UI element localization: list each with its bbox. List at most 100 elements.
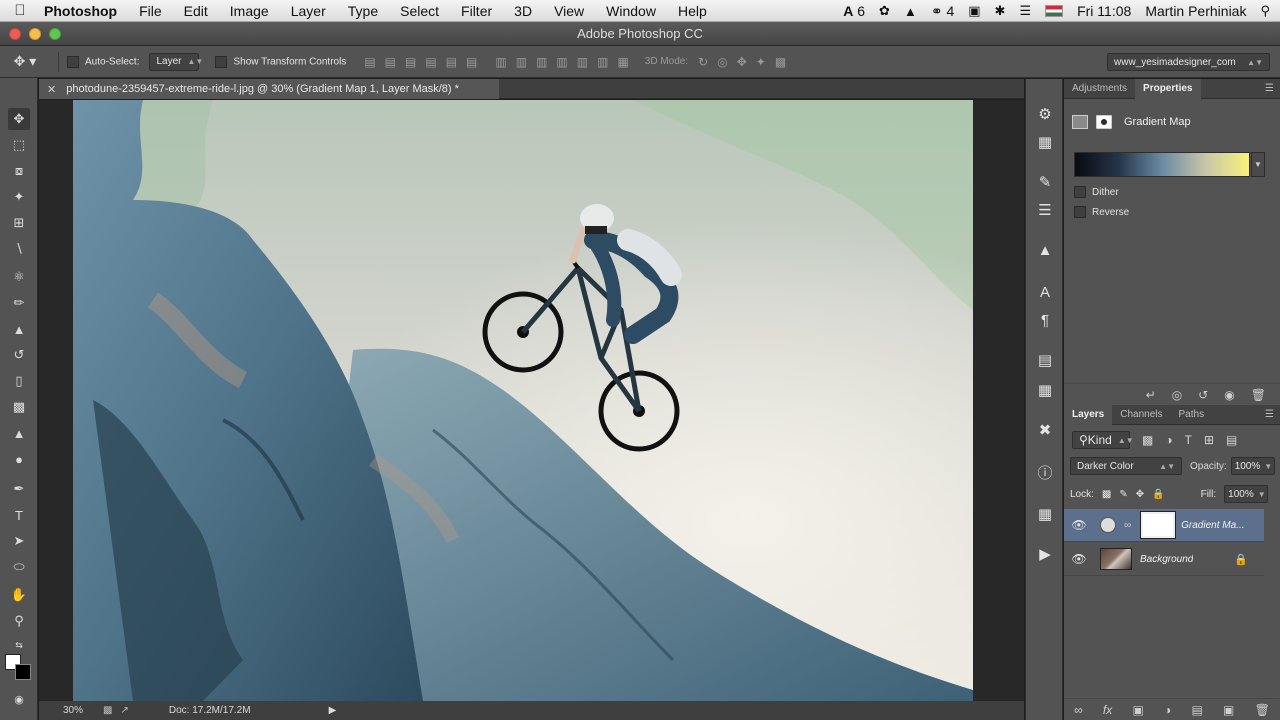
- minimize-window-button[interactable]: [29, 28, 41, 40]
- lasso-tool-icon[interactable]: ⧇: [8, 160, 30, 182]
- distribute-bottom-icon[interactable]: ▥: [536, 55, 547, 69]
- align-vcenter-icon[interactable]: ▤: [385, 55, 396, 69]
- brush-presets-icon[interactable]: ✎: [1034, 171, 1056, 193]
- distribute-left-icon[interactable]: ▥: [556, 55, 567, 69]
- background-color-swatch[interactable]: [15, 664, 31, 680]
- tab-layers[interactable]: Layers: [1064, 404, 1113, 425]
- status-share-icon[interactable]: ↗: [120, 705, 128, 716]
- close-document-icon[interactable]: ✕: [47, 83, 56, 96]
- close-window-button[interactable]: [9, 28, 21, 40]
- type-tool-icon[interactable]: T: [8, 504, 30, 526]
- user-name[interactable]: Martin Perhiniak: [1145, 3, 1246, 19]
- move-tool-preset-icon[interactable]: ✥ ▾: [0, 53, 50, 70]
- navigator-icon[interactable]: ⚙: [1034, 103, 1056, 125]
- path-selection-tool-icon[interactable]: ➤: [8, 530, 30, 552]
- align-top-icon[interactable]: ▤: [364, 55, 375, 69]
- mask-link-icon[interactable]: ∞: [1124, 520, 1131, 531]
- delete-adjustment-icon[interactable]: 🗑: [1251, 388, 1266, 402]
- distribute-right-icon[interactable]: ▥: [597, 55, 608, 69]
- tab-channels[interactable]: Channels: [1112, 405, 1170, 425]
- align-hcenter-icon[interactable]: ▤: [446, 55, 457, 69]
- distribute-vcenter-icon[interactable]: ▥: [516, 55, 527, 69]
- show-transform-checkbox[interactable]: Show Transform Controls: [215, 55, 346, 68]
- document-canvas[interactable]: [73, 100, 973, 701]
- layer-style-fx-icon[interactable]: fx: [1103, 703, 1112, 717]
- document-tab[interactable]: ✕ photodune-2359457-extreme-ride-l.jpg @…: [39, 79, 499, 99]
- evernote-icon[interactable]: ✿: [879, 3, 890, 19]
- character-panel-icon[interactable]: A: [1034, 281, 1056, 303]
- apple-icon[interactable]: : [0, 2, 40, 19]
- actions-play-icon[interactable]: ▶: [1034, 543, 1056, 565]
- new-layer-icon[interactable]: ▣: [1223, 703, 1234, 717]
- clip-to-layer-icon[interactable]: ↵: [1146, 388, 1156, 402]
- bluetooth-icon[interactable]: ✱: [995, 3, 1006, 19]
- menu-3d[interactable]: 3D: [503, 3, 543, 19]
- notes-panel-icon[interactable]: ▤: [1034, 349, 1056, 371]
- menu-layer[interactable]: Layer: [280, 3, 337, 19]
- blend-mode-dropdown[interactable]: Darker Color ▲▼: [1070, 457, 1182, 475]
- gradient-tool-icon[interactable]: ▩: [8, 396, 30, 418]
- swatches-panel-icon[interactable]: ▦: [1034, 503, 1056, 525]
- layer-name[interactable]: Background: [1140, 554, 1193, 565]
- gradient-picker-arrow-icon[interactable]: ▼: [1251, 152, 1265, 177]
- info-panel-icon[interactable]: ⓘ: [1034, 461, 1056, 483]
- lock-transparent-icon[interactable]: ▩: [1102, 489, 1111, 500]
- visibility-eye-icon[interactable]: 👁: [1064, 552, 1094, 566]
- distribute-hcenter-icon[interactable]: ▥: [577, 55, 588, 69]
- menu-file[interactable]: File: [128, 3, 173, 19]
- 3d-drag-icon[interactable]: ✥: [737, 55, 747, 69]
- menu-window[interactable]: Window: [595, 3, 667, 19]
- brush-tool-icon[interactable]: ✏: [8, 292, 30, 314]
- new-adjustment-layer-icon[interactable]: ◑: [1164, 703, 1171, 717]
- display-icon[interactable]: ▣: [968, 3, 980, 19]
- align-right-icon[interactable]: ▤: [466, 55, 477, 69]
- drive-icon[interactable]: ▲: [904, 4, 917, 19]
- 3d-scale-icon[interactable]: ▩: [775, 55, 786, 69]
- shape-tool-icon[interactable]: ⬭: [8, 556, 30, 578]
- reset-adjustment-icon[interactable]: ↺: [1198, 388, 1208, 402]
- gradient-preview[interactable]: [1074, 152, 1250, 177]
- lock-position-icon[interactable]: ✥: [1136, 489, 1144, 500]
- zoom-window-button[interactable]: [49, 28, 61, 40]
- layer-mask-thumbnail[interactable]: [1140, 511, 1177, 539]
- clone-source-icon[interactable]: ▲: [1034, 239, 1056, 261]
- app-menu[interactable]: Photoshop: [40, 3, 128, 19]
- move-tool-icon[interactable]: ✥: [8, 108, 30, 130]
- marquee-tool-icon[interactable]: ⬚: [8, 134, 30, 156]
- background-thumbnail[interactable]: [1100, 548, 1132, 570]
- opacity-field[interactable]: 100% ▼: [1230, 457, 1275, 475]
- status-view-icon[interactable]: ▩: [103, 705, 112, 716]
- filter-adjustment-icon[interactable]: ◑: [1165, 433, 1172, 447]
- swap-colors-icon[interactable]: ⇆: [8, 634, 30, 656]
- toggle-visibility-icon[interactable]: ◉: [1224, 388, 1234, 402]
- history-brush-tool-icon[interactable]: ↺: [8, 344, 30, 366]
- filter-pixel-icon[interactable]: ▩: [1142, 433, 1153, 447]
- align-left-icon[interactable]: ▤: [425, 55, 436, 69]
- adjustment-layer-icon[interactable]: [1072, 115, 1088, 129]
- blur-tool-icon[interactable]: ▲: [8, 422, 30, 444]
- distribute-top-icon[interactable]: ▥: [495, 55, 506, 69]
- dither-checkbox[interactable]: Dither: [1074, 186, 1119, 198]
- input-source-flag-icon[interactable]: [1045, 5, 1064, 17]
- cc-status[interactable]: ⚭ 4: [931, 3, 954, 20]
- layer-row-gradient-map[interactable]: 👁 ∞ Gradient Ma...: [1064, 509, 1264, 542]
- new-group-icon[interactable]: ▤: [1191, 703, 1202, 717]
- layer-lock-icon[interactable]: 🔒: [1234, 553, 1248, 566]
- histogram-icon[interactable]: ▦: [1034, 131, 1056, 153]
- menu-image[interactable]: Image: [219, 3, 280, 19]
- status-menu-arrow-icon[interactable]: ▶: [329, 705, 337, 716]
- align-bottom-icon[interactable]: ▤: [405, 55, 416, 69]
- 3d-slide-icon[interactable]: ✦: [756, 55, 766, 69]
- tool-presets-icon[interactable]: ✖: [1034, 419, 1056, 441]
- clock[interactable]: Fri 11:08: [1077, 3, 1131, 19]
- zoom-tool-icon[interactable]: ⚲: [8, 610, 30, 632]
- add-mask-icon[interactable]: ▣: [1132, 703, 1143, 717]
- menu-filter[interactable]: Filter: [450, 3, 503, 19]
- healing-brush-tool-icon[interactable]: ⚛: [8, 266, 30, 288]
- tab-adjustments[interactable]: Adjustments: [1064, 79, 1135, 99]
- panel-menu-icon[interactable]: ☰: [1265, 83, 1274, 94]
- view-previous-state-icon[interactable]: ◎: [1172, 388, 1182, 402]
- wifi-icon[interactable]: ☰: [1019, 3, 1031, 19]
- pen-tool-icon[interactable]: ✒: [8, 478, 30, 500]
- auto-align-icon[interactable]: ▦: [617, 55, 628, 69]
